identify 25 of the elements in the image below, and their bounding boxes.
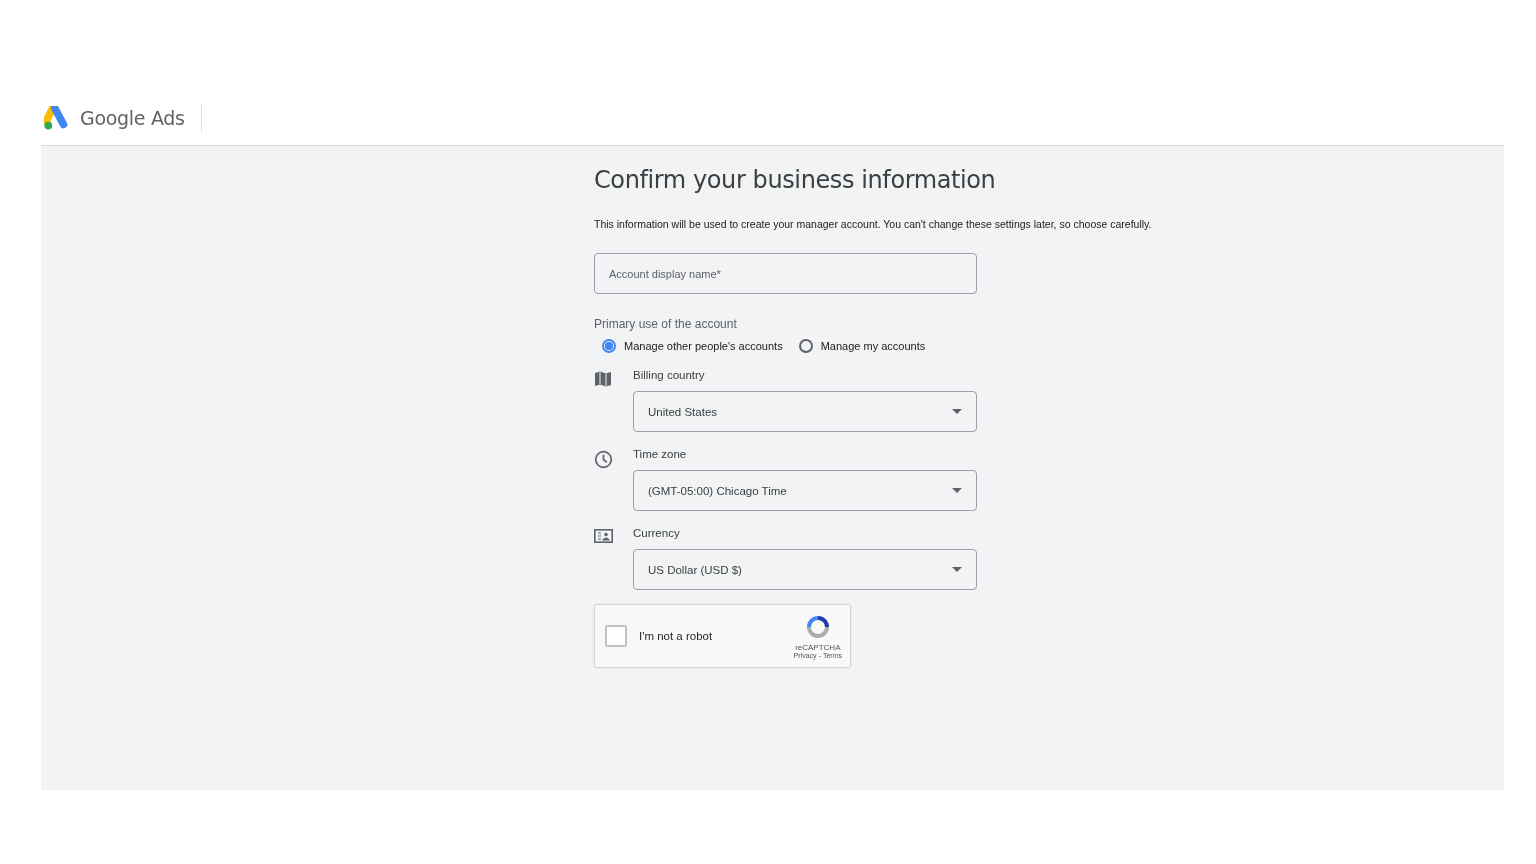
account-name-field[interactable]: Account display name*	[594, 253, 977, 294]
checkbox[interactable]	[605, 625, 627, 647]
dropdown-caret-icon	[952, 488, 962, 493]
product-name: Google Ads	[80, 107, 185, 129]
dropdown-caret-icon	[952, 409, 962, 414]
radio-option[interactable]: Manage other people's accounts	[602, 339, 783, 353]
radio-button[interactable]	[602, 339, 616, 353]
field-label: Billing country	[633, 369, 706, 381]
description-text: This information will be used to create your manager account. You can't change these settings later, so choose carefully.	[594, 218, 1153, 230]
primary-use-label: Primary use of the account	[594, 317, 738, 331]
radio-option[interactable]: Manage my accounts	[798, 339, 926, 353]
currency-icon	[594, 529, 613, 543]
dropdown-caret-icon	[952, 567, 962, 572]
dropdown[interactable]: US Dollar (USD $)	[633, 549, 977, 590]
page-title: Confirm your business information	[594, 166, 997, 194]
radio-button[interactable]	[798, 339, 813, 353]
dropdown[interactable]: United States	[633, 391, 977, 432]
clock-icon	[594, 450, 613, 469]
field-label: Currency	[633, 527, 681, 539]
recaptcha-brand: reCAPTCHA	[795, 643, 841, 652]
dropdown[interactable]: (GMT-05:00) Chicago Time	[633, 470, 977, 511]
map-icon	[594, 371, 612, 387]
checkbox-label: I'm not a robot	[639, 630, 714, 642]
field-label: Time zone	[633, 448, 688, 460]
logo-icon	[44, 106, 70, 130]
